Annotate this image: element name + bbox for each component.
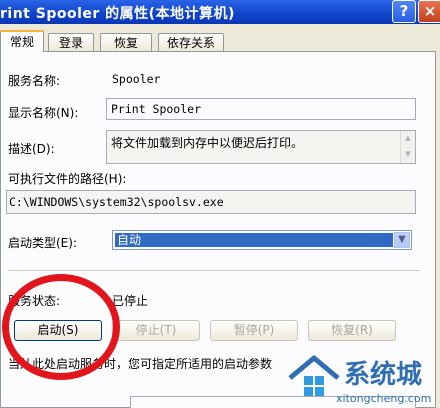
start-button[interactable]: 启动(S)	[14, 320, 102, 341]
startup-type-value: 自动	[115, 233, 393, 247]
watermark: 系统城 xitongcheng.com	[284, 352, 440, 408]
title-bar: rint Spooler 的属性(本地计算机) ? ×	[0, 0, 440, 24]
scroll-down-icon[interactable]: ▼	[403, 151, 413, 158]
house-logo-icon	[288, 355, 340, 396]
path-field: C:\WINDOWS\system32\spoolsv.exe	[6, 190, 416, 214]
tab-dependencies[interactable]: 依存关系	[158, 33, 224, 51]
tab-recovery[interactable]: 恢复	[100, 33, 152, 51]
watermark-brand: 系统城	[344, 360, 423, 390]
tab-strip: 常规 登录 恢复 依存关系	[0, 30, 440, 52]
watermark-url: xitongcheng.com	[336, 392, 432, 405]
startup-type-label: 启动类型(E):	[8, 236, 77, 250]
service-name-label: 服务名称:	[8, 74, 61, 88]
path-label: 可执行文件的路径(H):	[8, 172, 127, 186]
stop-button[interactable]: 停止(T)	[112, 320, 200, 341]
description-scrollbar[interactable]: ▲ ▼	[400, 131, 415, 163]
path-value: C:\WINDOWS\system32\spoolsv.exe	[9, 195, 224, 209]
chevron-down-icon[interactable]: ▼	[394, 232, 410, 248]
divider	[8, 270, 420, 271]
pause-button[interactable]: 暂停(P)	[210, 320, 298, 341]
service-status-label: 服务状态:	[8, 294, 61, 308]
close-button[interactable]: ×	[418, 0, 440, 23]
scroll-up-icon[interactable]: ▲	[403, 135, 413, 142]
help-button[interactable]: ?	[392, 0, 416, 23]
description-field[interactable]: 将文件加载到内存中以便迟后打印。 ▲ ▼	[106, 130, 416, 164]
resume-button[interactable]: 恢复(R)	[308, 320, 396, 341]
display-name-label: 显示名称(N):	[8, 106, 79, 120]
tab-general[interactable]: 常规	[0, 30, 44, 52]
service-status-value: 已停止	[112, 294, 149, 308]
display-name-value: Print Spooler	[111, 102, 202, 116]
tab-logon[interactable]: 登录	[48, 33, 94, 51]
start-params-hint: 当从此处启动服务时，您可指定所适用的启动参数	[8, 357, 273, 371]
display-name-field[interactable]: Print Spooler	[106, 98, 416, 120]
startup-type-select[interactable]: 自动 ▼	[112, 230, 412, 250]
description-value: 将文件加载到内存中以便迟后打印。	[111, 136, 304, 150]
window-title: rint Spooler 的属性(本地计算机)	[0, 6, 235, 22]
description-label: 描述(D):	[8, 142, 55, 156]
service-name-value: Spooler	[112, 72, 161, 86]
